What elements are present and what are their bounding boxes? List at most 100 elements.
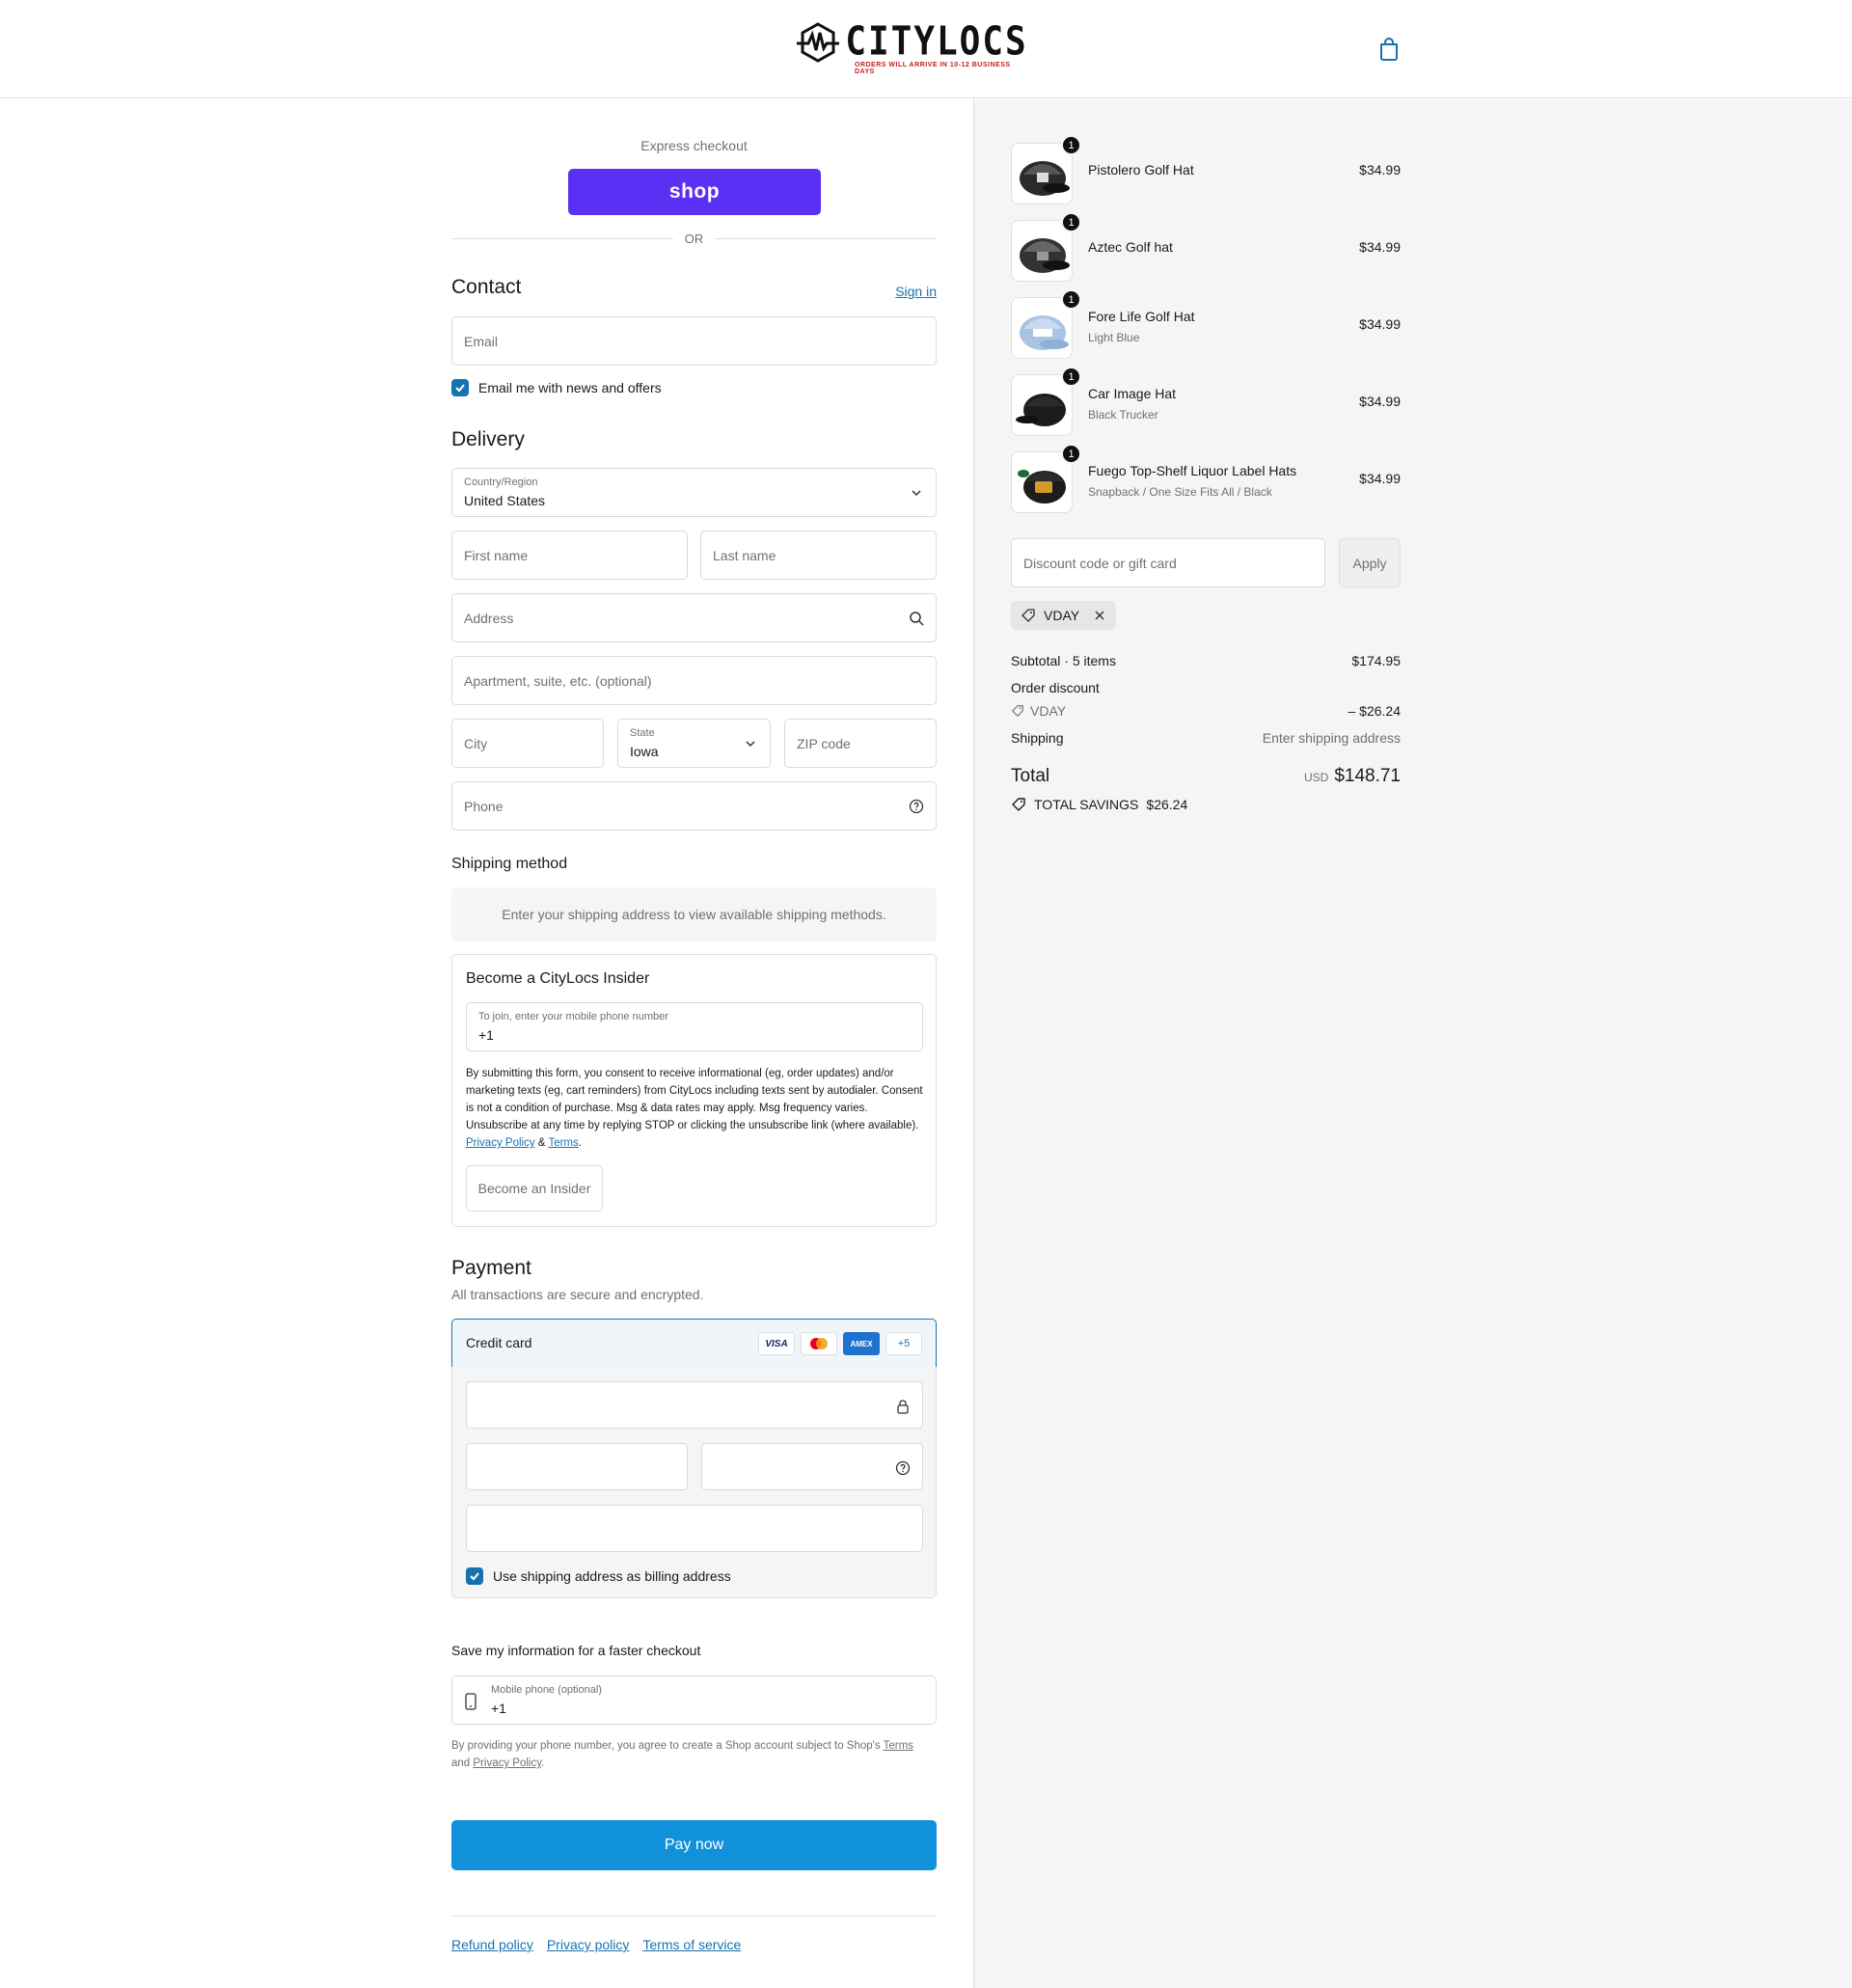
help-icon[interactable] — [909, 799, 924, 814]
product-name: Fore Life Golf Hat — [1088, 309, 1195, 324]
product-variant: Snapback / One Size Fits All / Black — [1088, 485, 1272, 499]
address-placeholder: Address — [464, 611, 514, 626]
savings-value: $26.24 — [1146, 797, 1188, 812]
footer-divider — [451, 1916, 937, 1917]
shop-privacy-link[interactable]: Privacy Policy — [473, 1757, 541, 1769]
visa-icon: VISA — [758, 1332, 795, 1355]
logo-mark-icon — [797, 22, 840, 63]
shop-legal-text: By providing your phone number, you agre… — [451, 1740, 881, 1752]
card-number-field[interactable] — [466, 1381, 923, 1429]
brand-name: CITYLOCS — [845, 18, 1028, 66]
brand-logo[interactable]: CITYLOCS ORDERS WILL ARRIVE IN 10-12 BUS… — [797, 19, 1026, 75]
insider-legal: By submitting this form, you consent to … — [466, 1065, 929, 1152]
total-row: Total USD $148.71 — [1011, 766, 1401, 787]
state-select[interactable]: State Iowa — [617, 719, 771, 768]
discount-code-line: VDAY — [1011, 703, 1066, 719]
country-select[interactable]: Country/Region United States — [451, 468, 937, 517]
product-price: $34.99 — [1359, 316, 1401, 332]
product-price: $34.99 — [1359, 239, 1401, 255]
checkmark-icon — [451, 379, 469, 396]
quantity-badge: 1 — [1061, 135, 1081, 155]
savings-label: TOTAL SAVINGS — [1034, 797, 1139, 812]
insider-privacy-link[interactable]: Privacy Policy — [466, 1137, 535, 1149]
checkmark-icon — [466, 1567, 483, 1585]
shopping-bag-icon[interactable] — [1377, 37, 1401, 62]
first-name-placeholder: First name — [464, 548, 529, 563]
shop-period: . — [541, 1757, 545, 1769]
email-field[interactable]: Email — [451, 316, 937, 366]
become-insider-button[interactable]: Become an Insider — [466, 1165, 603, 1212]
insider-phone-label: To join, enter your mobile phone number — [478, 1011, 668, 1022]
total-currency: USD — [1303, 771, 1329, 784]
credit-card-label: Credit card — [466, 1335, 532, 1350]
country-label: Country/Region — [464, 477, 538, 488]
chevron-down-icon — [746, 741, 755, 748]
refund-policy-link[interactable]: Refund policy — [451, 1937, 533, 1952]
apply-discount-button[interactable]: Apply — [1339, 538, 1401, 587]
phone-field[interactable]: Phone — [451, 781, 937, 831]
product-price: $34.99 — [1359, 162, 1401, 177]
order-discount-label: Order discount — [1011, 680, 1100, 695]
billing-checkbox[interactable]: Use shipping address as billing address — [466, 1567, 731, 1585]
apartment-field[interactable]: Apartment, suite, etc. (optional) — [451, 656, 937, 705]
card-brands: VISA AMEX +5 — [758, 1332, 922, 1355]
tag-icon — [1012, 798, 1025, 811]
shop-terms-link[interactable]: Terms — [884, 1740, 913, 1752]
product-name: Aztec Golf hat — [1088, 239, 1173, 255]
shipping-method-title: Shipping method — [451, 856, 568, 872]
insider-phone-field[interactable]: To join, enter your mobile phone number … — [466, 1002, 923, 1051]
security-code-field[interactable] — [701, 1443, 923, 1490]
save-phone-field[interactable]: Mobile phone (optional) +1 — [451, 1675, 937, 1725]
terms-of-service-link[interactable]: Terms of service — [642, 1937, 741, 1952]
discount-code-input[interactable]: Discount code or gift card — [1011, 538, 1325, 587]
insider-terms-link[interactable]: Terms — [548, 1137, 578, 1149]
express-checkout-title: Express checkout — [640, 138, 748, 153]
address-field[interactable]: Address — [451, 593, 937, 642]
save-phone-label: Mobile phone (optional) — [491, 1684, 602, 1696]
total-savings: TOTAL SAVINGS $26.24 — [1011, 797, 1187, 812]
discount-value: – $26.24 — [1348, 703, 1402, 719]
news-checkbox[interactable]: Email me with news and offers — [451, 379, 662, 396]
list-item: 1 Car Image Hat Black Trucker $34.99 — [1011, 367, 1401, 436]
shop-and: and — [451, 1757, 471, 1769]
apartment-placeholder: Apartment, suite, etc. (optional) — [464, 673, 652, 689]
total-label: Total — [1011, 766, 1050, 786]
header: CITYLOCS ORDERS WILL ARRIVE IN 10-12 BUS… — [0, 0, 1852, 98]
first-name-field[interactable]: First name — [451, 531, 688, 580]
payment-title: Payment — [451, 1257, 531, 1279]
or-label: OR — [684, 231, 704, 246]
contact-title: Contact — [451, 276, 522, 298]
insider-amp: & — [537, 1137, 546, 1149]
last-name-field[interactable]: Last name — [700, 531, 937, 580]
product-name: Fuego Top-Shelf Liquor Label Hats — [1088, 463, 1297, 478]
shop-legal: By providing your phone number, you agre… — [451, 1737, 937, 1772]
more-cards-badge: +5 — [885, 1332, 922, 1355]
help-icon[interactable] — [895, 1460, 911, 1476]
list-item: 1 Pistolero Golf Hat $34.99 — [1011, 135, 1401, 204]
shop-pay-button[interactable]: shop — [568, 169, 821, 215]
total-value: $148.71 — [1334, 766, 1401, 786]
insider-title: Become a CityLocs Insider — [466, 970, 650, 987]
quantity-badge: 1 — [1061, 212, 1081, 232]
name-on-card-field[interactable] — [466, 1505, 923, 1552]
product-name: Car Image Hat — [1088, 386, 1177, 401]
expiration-field[interactable] — [466, 1443, 688, 1490]
email-placeholder: Email — [464, 334, 499, 349]
close-icon[interactable] — [1093, 609, 1106, 622]
delivery-title: Delivery — [451, 428, 525, 450]
product-variant: Black Trucker — [1088, 408, 1158, 422]
billing-label: Use shipping address as billing address — [493, 1568, 731, 1584]
shipping-value: Enter shipping address — [1262, 730, 1401, 746]
city-field[interactable]: City — [451, 719, 604, 768]
quantity-badge: 1 — [1061, 289, 1081, 310]
pay-now-button[interactable]: Pay now — [451, 1820, 937, 1870]
tag-icon — [1012, 705, 1023, 717]
credit-card-option[interactable]: Credit card VISA AMEX +5 — [451, 1319, 937, 1368]
sign-in-link[interactable]: Sign in — [895, 284, 937, 299]
list-item: 1 Fore Life Golf Hat Light Blue $34.99 — [1011, 289, 1401, 359]
privacy-policy-link[interactable]: Privacy policy — [547, 1937, 630, 1952]
footer-links: Refund policy Privacy policy Terms of se… — [451, 1937, 741, 1952]
zip-field[interactable]: ZIP code — [784, 719, 937, 768]
save-info-title: Save my information for a faster checkou… — [451, 1643, 701, 1658]
subtotal-value: $174.95 — [1351, 653, 1401, 668]
